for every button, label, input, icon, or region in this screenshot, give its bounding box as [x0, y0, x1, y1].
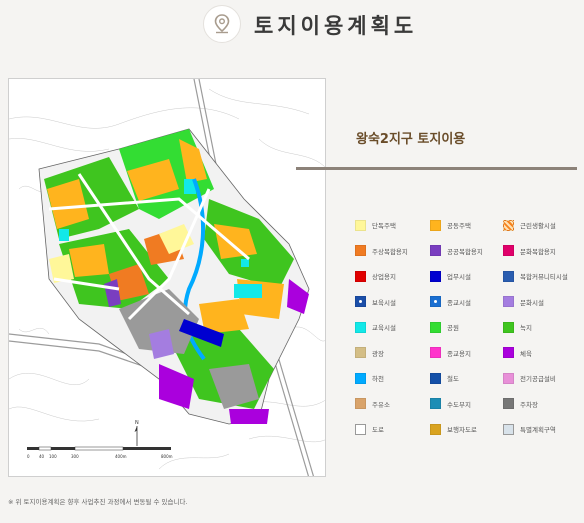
legend-item: 체육	[503, 347, 532, 359]
scale-bar: 0 40 100 300 400m 800m	[27, 446, 173, 459]
legend-swatch	[355, 219, 366, 231]
legend-label: 복합커뮤니티시설	[520, 273, 568, 281]
legend-item: 상업용지	[355, 270, 396, 282]
legend-item: 주상복합용지	[355, 245, 408, 257]
scale-label-1: 40	[39, 454, 45, 459]
panel-title: 왕숙2지구 토지이용	[356, 132, 466, 147]
page-title: 토지이용계획도	[254, 14, 418, 38]
legend-item: 공공복합용지	[430, 245, 483, 257]
legend-item: 단독주택	[355, 219, 396, 231]
legend-label: 광장	[372, 349, 384, 358]
legend-item: 주차장	[503, 398, 538, 410]
legend-item: 문화복합용지	[503, 245, 556, 257]
legend-swatch	[355, 321, 366, 333]
legend-swatch	[355, 398, 366, 409]
legend-item: 광장	[355, 347, 384, 359]
legend-label: 주유소	[372, 400, 390, 409]
legend-swatch	[503, 423, 514, 435]
page-header: 토지이용계획도	[0, 0, 584, 56]
legend-swatch	[503, 321, 514, 333]
legend-swatch	[503, 398, 514, 409]
legend-item: 공원	[430, 321, 459, 333]
legend-label: 특별계획구역	[520, 426, 556, 434]
legend-label: 문화복합용지	[520, 247, 556, 256]
legend-swatch	[355, 245, 366, 256]
north-label: N	[135, 420, 139, 426]
legend-swatch	[503, 372, 514, 384]
panel-divider	[296, 167, 577, 170]
legend-label: 공동주택	[447, 222, 471, 230]
legend-item: 특별계획구역	[503, 423, 556, 435]
legend-item: 주유소	[355, 398, 390, 410]
legend-swatch	[430, 245, 441, 256]
legend-item: 보육시설	[355, 296, 396, 308]
legend-swatch	[355, 296, 366, 307]
legend-swatch	[355, 270, 366, 282]
legend-swatch	[503, 270, 514, 282]
legend-label: 전기공급설비	[520, 375, 556, 383]
legend-label: 수도부지	[447, 400, 471, 409]
scale-label-3: 300	[71, 454, 79, 459]
legend-item: 종교시설	[430, 296, 471, 308]
legend-label: 문화시설	[520, 298, 544, 307]
scale-label-2: 100	[49, 454, 57, 459]
legend-item: 문화시설	[503, 296, 544, 308]
legend-swatch	[430, 423, 441, 435]
legend-item: 수도부지	[430, 398, 471, 410]
legend-swatch	[430, 296, 441, 307]
legend-swatch	[503, 347, 514, 358]
legend-label: 종교시설	[447, 298, 471, 307]
legend-item: 철도	[430, 372, 459, 384]
legend-label: 주상복합용지	[372, 247, 408, 256]
legend-item: 업무시설	[430, 270, 471, 282]
legend-label: 도로	[372, 426, 384, 434]
legend-swatch	[503, 296, 514, 307]
map-pin-icon	[203, 5, 241, 43]
legend-item: 교육시설	[355, 321, 396, 333]
north-arrow-icon: N	[134, 420, 139, 446]
legend-label: 공공복합용지	[447, 247, 483, 256]
legend-label: 체육	[520, 349, 532, 358]
legend-label: 공원	[447, 324, 459, 332]
legend-label: 업무시설	[447, 273, 471, 281]
legend-swatch	[430, 347, 441, 358]
legend-swatch	[430, 372, 441, 384]
legend-item: 근린생활시설	[503, 219, 556, 231]
legend-item: 녹지	[503, 321, 532, 333]
scale-label-0: 0	[27, 454, 30, 459]
legend-label: 주차장	[520, 400, 538, 409]
footnote: ※ 위 토지이용계획은 향후 사업추진 과정에서 변동될 수 있습니다.	[8, 498, 188, 506]
legend-item: 도로	[355, 423, 384, 435]
legend-label: 교육시설	[372, 324, 396, 332]
scale-label-4: 400m	[115, 454, 127, 459]
legend-label: 상업용지	[372, 273, 396, 281]
legend-swatch	[430, 398, 441, 409]
land-use-map: 0 40 100 300 400m 800m N	[8, 78, 326, 477]
legend-item: 복합커뮤니티시설	[503, 270, 568, 282]
legend-swatch	[355, 372, 366, 384]
scale-label-5: 800m	[161, 454, 173, 459]
legend-swatch	[430, 219, 441, 231]
legend-label: 녹지	[520, 324, 532, 332]
legend-item: 하천	[355, 372, 384, 384]
legend-swatch	[430, 270, 441, 282]
legend-swatch	[430, 321, 441, 333]
legend-swatch	[355, 423, 366, 435]
legend-swatch	[355, 347, 366, 358]
legend-label: 하천	[372, 375, 384, 383]
legend-item: 전기공급설비	[503, 372, 556, 384]
legend-item: 보행자도로	[430, 423, 477, 435]
legend-swatch	[503, 245, 514, 256]
legend-label: 보육시설	[372, 298, 396, 307]
legend-swatch	[503, 219, 514, 231]
legend-item: 공동주택	[430, 219, 471, 231]
legend-label: 단독주택	[372, 222, 396, 230]
legend-label: 보행자도로	[447, 426, 477, 434]
legend-label: 종교용지	[447, 349, 471, 358]
legend-label: 철도	[447, 375, 459, 383]
legend-item: 종교용지	[430, 347, 471, 359]
legend-label: 근린생활시설	[520, 222, 556, 230]
